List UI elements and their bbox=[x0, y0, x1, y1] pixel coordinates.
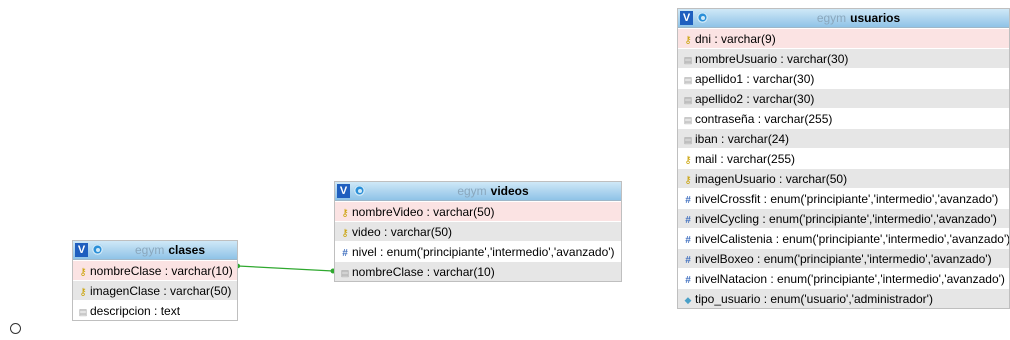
column-label: iban : varchar(24) bbox=[695, 132, 790, 146]
circle-icon bbox=[10, 323, 21, 334]
table-name: videos bbox=[490, 184, 529, 198]
table-videos[interactable]: V egym videos ⚷ nombreVideo : varchar(50) ⚷… bbox=[334, 181, 622, 282]
table-column-row[interactable]: ⚷ mail : varchar(255) bbox=[678, 148, 1009, 168]
number-icon: # bbox=[685, 195, 691, 206]
toggle-columns-button[interactable]: V bbox=[75, 243, 88, 257]
column-label: nivelBoxeo : enum('principiante','interm… bbox=[695, 252, 992, 266]
text-field-icon: ▤ bbox=[683, 115, 693, 125]
table-column-row[interactable]: ▤ apellido1 : varchar(30) bbox=[678, 68, 1009, 88]
table-column-row[interactable]: # nivelCalistenia : enum('principiante','… bbox=[678, 228, 1009, 248]
text-field-icon: ▤ bbox=[683, 55, 693, 65]
table-column-row[interactable]: # nivelCycling : enum('principiante','int… bbox=[678, 208, 1009, 228]
table-header-videos[interactable]: V egym videos bbox=[335, 182, 621, 201]
column-label: contraseña : varchar(255) bbox=[695, 112, 833, 126]
gear-icon[interactable] bbox=[92, 244, 103, 255]
table-title: egym clases bbox=[107, 241, 233, 260]
table-column-row[interactable]: # nivelNatacion : enum('principiante','in… bbox=[678, 268, 1009, 288]
table-column-row[interactable]: ⚷ imagenUsuario : varchar(50) bbox=[678, 168, 1009, 188]
table-column-row[interactable]: ▤ apellido2 : varchar(30) bbox=[678, 88, 1009, 108]
table-name: usuarios bbox=[850, 11, 901, 25]
key-icon: ⚷ bbox=[684, 155, 692, 166]
table-column-row[interactable]: ▤ nombreClase : varchar(10) bbox=[335, 261, 621, 281]
relation-clases-videos bbox=[237, 265, 334, 272]
number-icon: # bbox=[342, 248, 348, 259]
key-icon: ⚷ bbox=[684, 175, 692, 186]
column-label: nombreClase : varchar(10) bbox=[352, 265, 495, 279]
number-icon: # bbox=[685, 255, 691, 266]
table-header-clases[interactable]: V egym clases bbox=[73, 241, 237, 260]
database-name: egym bbox=[457, 184, 487, 198]
table-column-row[interactable]: # nivel : enum('principiante','intermedio… bbox=[335, 241, 621, 261]
table-column-row[interactable]: ▤ nombreUsuario : varchar(30) bbox=[678, 48, 1009, 68]
key-icon: ⚷ bbox=[79, 287, 87, 298]
column-label: descripcion : text bbox=[90, 304, 181, 318]
column-label: nivel : enum('principiante','intermedio'… bbox=[352, 245, 615, 259]
column-list: ⚷ dni : varchar(9) ▤ nombreUsuario : varcha… bbox=[678, 28, 1009, 308]
text-field-icon: ▤ bbox=[683, 135, 693, 145]
column-label: apellido2 : varchar(30) bbox=[695, 92, 815, 106]
key-icon: ⚷ bbox=[684, 35, 692, 46]
text-field-icon: ▤ bbox=[340, 268, 350, 278]
table-column-row[interactable]: ⚷ nombreClase : varchar(10) bbox=[73, 260, 237, 280]
table-usuarios[interactable]: V egym usuarios ⚷ dni : varchar(9) ▤ nombreU… bbox=[677, 8, 1010, 309]
key-icon: ⚷ bbox=[79, 267, 87, 278]
key-icon: ⚷ bbox=[341, 228, 349, 239]
text-field-icon: ▤ bbox=[78, 307, 88, 317]
number-icon: # bbox=[685, 215, 691, 226]
column-label: nombreUsuario : varchar(30) bbox=[695, 52, 849, 66]
column-label: nivelCrossfit : enum('principiante','int… bbox=[695, 192, 999, 206]
column-label: video : varchar(50) bbox=[352, 225, 453, 239]
database-name: egym bbox=[816, 11, 847, 25]
column-label: nivelNatacion : enum('principiante','int… bbox=[695, 272, 1005, 286]
table-column-row[interactable]: # nivelBoxeo : enum('principiante','inter… bbox=[678, 248, 1009, 268]
key-icon: ⚷ bbox=[341, 208, 349, 219]
column-label: tipo_usuario : enum('usuario','administr… bbox=[695, 292, 933, 306]
designer-canvas: V egym clases ⚷ nombreClase : varchar(10) ⚷… bbox=[0, 0, 1010, 340]
text-field-icon: ▤ bbox=[683, 75, 693, 85]
table-title: egym videos bbox=[369, 182, 617, 201]
table-column-row[interactable]: ▤ contraseña : varchar(255) bbox=[678, 108, 1009, 128]
table-column-row[interactable]: ⚷ nombreVideo : varchar(50) bbox=[335, 201, 621, 221]
database-name: egym bbox=[134, 243, 165, 257]
column-label: apellido1 : varchar(30) bbox=[695, 72, 815, 86]
column-label: nivelCalistenia : enum('principiante','i… bbox=[695, 232, 1009, 246]
column-label: nombreVideo : varchar(50) bbox=[352, 205, 495, 219]
column-label: imagenClase : varchar(50) bbox=[90, 284, 232, 298]
table-column-row[interactable]: ⚷ dni : varchar(9) bbox=[678, 28, 1009, 48]
table-column-row[interactable]: ⚷ imagenClase : varchar(50) bbox=[73, 280, 237, 300]
table-column-row[interactable]: ⚷ video : varchar(50) bbox=[335, 221, 621, 241]
table-column-row[interactable]: ▤ descripcion : text bbox=[73, 300, 237, 320]
enum-dot-icon: ◆ bbox=[684, 295, 692, 305]
gear-icon[interactable] bbox=[697, 12, 708, 23]
table-clases[interactable]: V egym clases ⚷ nombreClase : varchar(10) ⚷… bbox=[72, 240, 238, 321]
column-label: nombreClase : varchar(10) bbox=[90, 264, 233, 278]
text-field-icon: ▤ bbox=[683, 95, 693, 105]
column-label: mail : varchar(255) bbox=[695, 152, 796, 166]
column-list: ⚷ nombreVideo : varchar(50) ⚷ video : varch… bbox=[335, 201, 621, 281]
gear-icon[interactable] bbox=[354, 185, 365, 196]
number-icon: # bbox=[685, 235, 691, 246]
table-column-row[interactable]: # nivelCrossfit : enum('principiante','in… bbox=[678, 188, 1009, 208]
column-list: ⚷ nombreClase : varchar(10) ⚷ imagenClase :… bbox=[73, 260, 237, 320]
toggle-columns-button[interactable]: V bbox=[680, 11, 693, 25]
table-header-usuarios[interactable]: V egym usuarios bbox=[678, 9, 1009, 28]
table-name: clases bbox=[168, 243, 206, 257]
column-label: nivelCycling : enum('principiante','inte… bbox=[695, 212, 997, 226]
toggle-columns-button[interactable]: V bbox=[337, 184, 350, 198]
column-label: imagenUsuario : varchar(50) bbox=[695, 172, 848, 186]
table-column-row[interactable]: ◆ tipo_usuario : enum('usuario','administ… bbox=[678, 288, 1009, 308]
column-label: dni : varchar(9) bbox=[695, 32, 776, 46]
number-icon: # bbox=[685, 275, 691, 286]
table-column-row[interactable]: ▤ iban : varchar(24) bbox=[678, 128, 1009, 148]
table-title: egym usuarios bbox=[712, 9, 1005, 28]
